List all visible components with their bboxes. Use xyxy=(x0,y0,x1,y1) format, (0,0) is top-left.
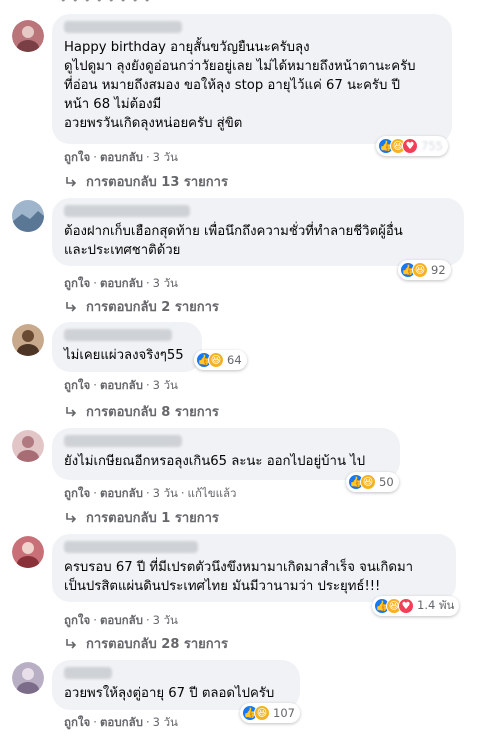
view-replies[interactable]: การตอบกลับ 2 รายการ xyxy=(64,296,219,317)
comment-text: Happy birthday อายุสั้นขวัญยืนนะครับลุง … xyxy=(64,40,416,131)
avatar[interactable] xyxy=(12,430,44,462)
comment-text: ยังไม่เกษียณอีกหรอลุงเกิน65 ละนะ ออกไปอย… xyxy=(64,454,366,469)
reply-link[interactable]: ตอบกลับ xyxy=(100,276,143,290)
reaction-summary[interactable]: 👍 😆 92 xyxy=(398,260,451,280)
replies-label: การตอบกลับ 2 รายการ xyxy=(86,300,219,315)
love-reaction-icon: ♥ xyxy=(398,598,414,614)
comment-text: ต้องฝากเก็บเฮือกสุดท้าย เพื่อนึกถึงความช… xyxy=(64,224,403,258)
reply-arrow-icon xyxy=(66,301,77,312)
reaction-summary[interactable]: 👍 😆 64 xyxy=(194,350,247,370)
user-avatar-icon xyxy=(12,324,44,356)
comment-bubble: ไม่เคยแผ่วลงจริงๆ55 xyxy=(52,322,202,372)
love-reaction-icon: ♥ xyxy=(402,138,418,154)
avatar[interactable] xyxy=(12,324,44,356)
reaction-summary[interactable]: 👍 😆 107 xyxy=(240,703,300,723)
author-name[interactable] xyxy=(64,667,112,679)
reply-link[interactable]: ตอบกลับ xyxy=(100,613,143,627)
comment-bubble: ต้องฝากเก็บเฮือกสุดท้าย เพื่อนึกถึงความช… xyxy=(52,198,464,266)
timestamp[interactable]: 3 วัน xyxy=(153,150,178,164)
user-avatar-icon xyxy=(12,536,44,568)
reaction-summary[interactable]: 👍 😆 ♥ 755 xyxy=(376,136,448,156)
user-avatar-icon xyxy=(12,662,44,694)
reply-link[interactable]: ตอบกลับ xyxy=(100,378,143,392)
user-avatar-icon xyxy=(12,20,44,52)
comment-bubble: ยังไม่เกษียณอีกหรอลุงเกิน65 ละนะ ออกไปอย… xyxy=(52,428,400,480)
timestamp[interactable]: 3 วัน xyxy=(153,715,178,729)
reaction-count: 50 xyxy=(379,475,394,489)
haha-reaction-icon: 😆 xyxy=(360,474,376,490)
author-name[interactable] xyxy=(64,21,182,33)
replies-label: การตอบกลับ 13 รายการ xyxy=(86,175,228,190)
author-name[interactable] xyxy=(64,541,198,553)
author-name[interactable] xyxy=(64,435,182,447)
reply-link[interactable]: ตอบกลับ xyxy=(100,486,143,500)
comment-actions: ถูกใจ · ตอบกลับ · 3 วัน xyxy=(64,613,178,627)
previous-comment-fragment: • • • • • • • • xyxy=(60,0,152,7)
reply-link[interactable]: ตอบกลับ xyxy=(100,715,143,729)
view-replies[interactable]: การตอบกลับ 8 รายการ xyxy=(64,401,219,422)
timestamp[interactable]: 3 วัน xyxy=(153,486,178,500)
view-replies[interactable]: การตอบกลับ 28 รายการ xyxy=(64,633,228,654)
avatar[interactable] xyxy=(12,20,44,52)
reply-arrow-icon xyxy=(66,638,77,649)
like-link[interactable]: ถูกใจ xyxy=(64,715,90,729)
comment-text: ครบรอบ 67 ปี ที่มีเปรตตัวนึงขึงหมามาเกิด… xyxy=(64,560,414,594)
comment-actions: ถูกใจ · ตอบกลับ · 3 วัน xyxy=(64,378,178,392)
replies-label: การตอบกลับ 28 รายการ xyxy=(86,637,228,652)
author-name[interactable] xyxy=(64,205,190,217)
timestamp[interactable]: 3 วัน xyxy=(153,613,178,627)
like-link[interactable]: ถูกใจ xyxy=(64,613,90,627)
reply-link[interactable]: ตอบกลับ xyxy=(100,150,143,164)
comment-text: ไม่เคยแผ่วลงจริงๆ55 xyxy=(64,348,184,363)
avatar[interactable] xyxy=(12,536,44,568)
reaction-summary[interactable]: 👍 😆 ♥ 1.4 พัน xyxy=(372,596,460,616)
like-link[interactable]: ถูกใจ xyxy=(64,150,90,164)
avatar[interactable] xyxy=(12,200,44,232)
reaction-count: 755 xyxy=(421,139,443,153)
comment-actions: ถูกใจ · ตอบกลับ · 3 วัน xyxy=(64,276,178,290)
reply-arrow-icon xyxy=(66,406,77,417)
reaction-count: 107 xyxy=(273,706,295,720)
reaction-count: 1.4 พัน xyxy=(417,598,455,612)
view-replies[interactable]: การตอบกลับ 13 รายการ xyxy=(64,171,228,192)
reaction-count: 64 xyxy=(227,353,242,367)
timestamp[interactable]: 3 วัน xyxy=(153,276,178,290)
reply-arrow-icon xyxy=(66,176,77,187)
edited-label[interactable]: แก้ไขแล้ว xyxy=(188,486,237,500)
haha-reaction-icon: 😆 xyxy=(208,352,224,368)
user-avatar-icon xyxy=(12,430,44,462)
author-name[interactable] xyxy=(64,329,172,341)
like-link[interactable]: ถูกใจ xyxy=(64,378,90,392)
haha-reaction-icon: 😆 xyxy=(254,705,270,721)
replies-label: การตอบกลับ 1 รายการ xyxy=(86,511,219,526)
reaction-count: 92 xyxy=(431,263,446,277)
comment-actions: ถูกใจ · ตอบกลับ · 3 วัน · แก้ไขแล้ว xyxy=(64,486,237,500)
timestamp[interactable]: 3 วัน xyxy=(153,378,178,392)
comment-actions: ถูกใจ · ตอบกลับ · 3 วัน xyxy=(64,150,178,164)
avatar[interactable] xyxy=(12,662,44,694)
replies-label: การตอบกลับ 8 รายการ xyxy=(86,405,219,420)
view-replies[interactable]: การตอบกลับ 1 รายการ xyxy=(64,507,219,528)
like-link[interactable]: ถูกใจ xyxy=(64,276,90,290)
comment-actions: ถูกใจ · ตอบกลับ · 3 วัน xyxy=(64,715,178,729)
like-link[interactable]: ถูกใจ xyxy=(64,486,90,500)
comment-bubble: ครบรอบ 67 ปี ที่มีเปรตตัวนึงขึงหมามาเกิด… xyxy=(52,534,456,602)
haha-reaction-icon: 😆 xyxy=(412,262,428,278)
comment-text: อวยพรให้ลุงตู่อายุ 67 ปี ตลอดไปครับ xyxy=(64,686,275,701)
user-avatar-icon xyxy=(12,200,44,232)
reply-arrow-icon xyxy=(66,512,77,523)
reaction-summary[interactable]: 👍 😆 50 xyxy=(346,472,399,492)
comment-bubble: Happy birthday อายุสั้นขวัญยืนนะครับลุง … xyxy=(52,14,452,144)
